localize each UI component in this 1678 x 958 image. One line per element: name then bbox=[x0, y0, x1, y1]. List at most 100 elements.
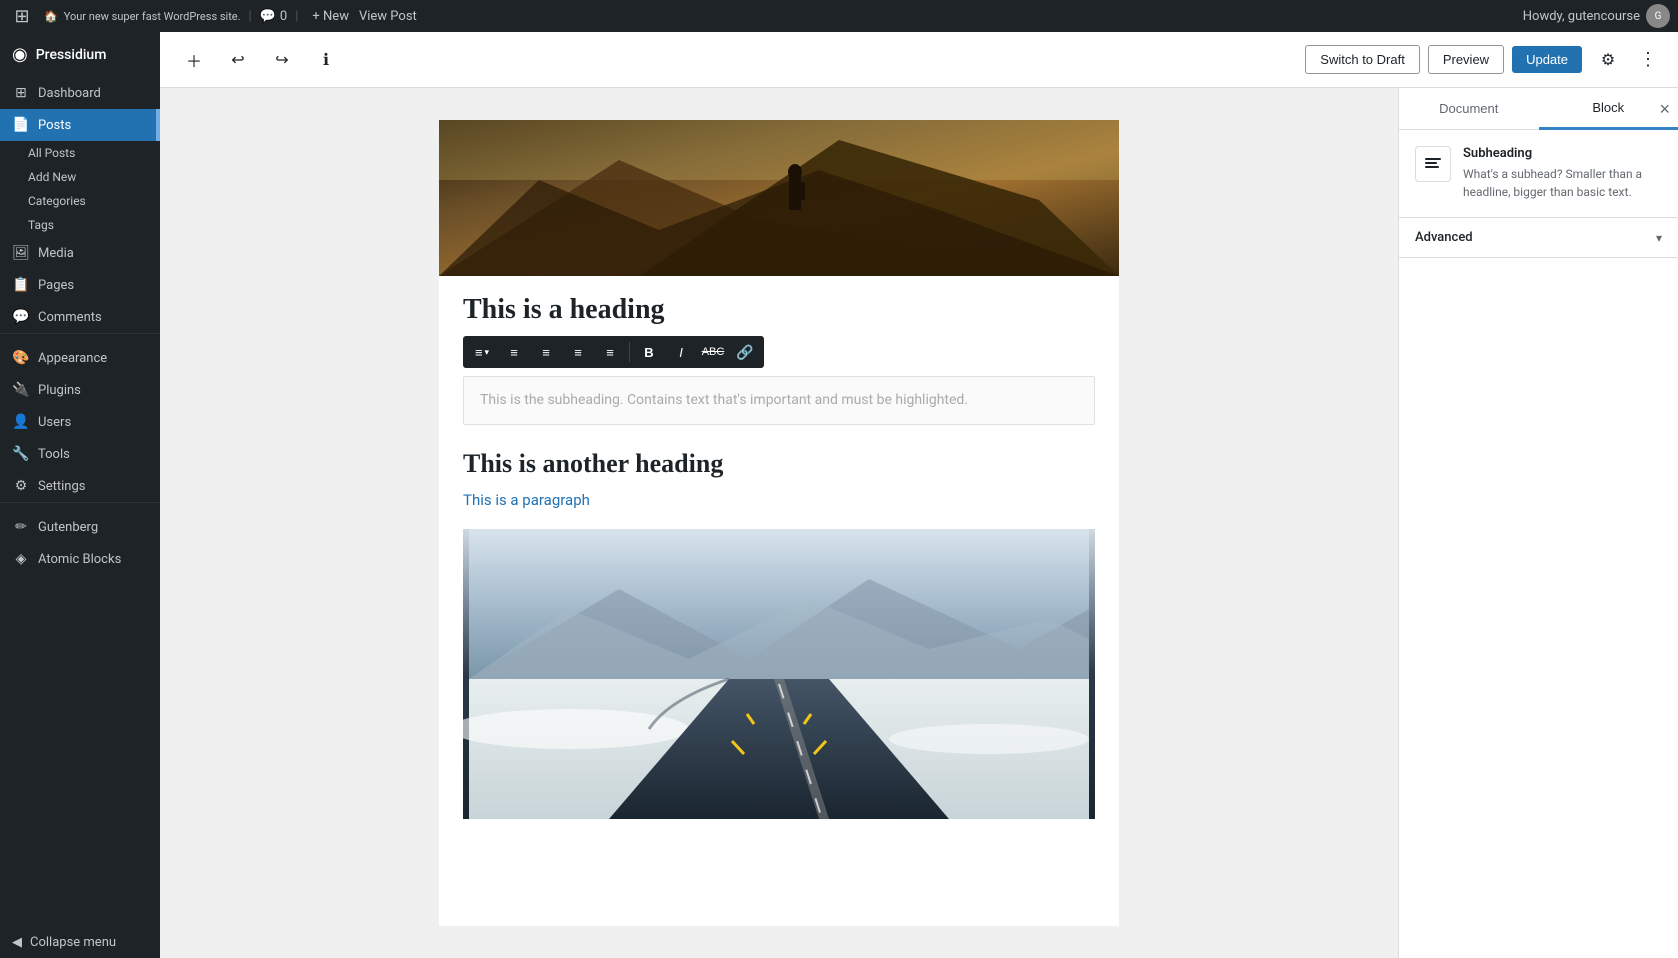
advanced-section[interactable]: Advanced ▾ bbox=[1399, 218, 1678, 258]
heading2-block[interactable]: This is another heading bbox=[439, 441, 1119, 487]
update-button[interactable]: Update bbox=[1512, 46, 1582, 73]
atomic-blocks-icon: ◈ bbox=[12, 551, 30, 567]
sidebar-brand: ◉ Pressidium bbox=[0, 32, 160, 77]
comments-link[interactable]: 💬 0 bbox=[260, 9, 288, 24]
dropdown-arrow-icon: ▾ bbox=[485, 347, 490, 358]
undo-button[interactable]: ↩ bbox=[220, 42, 256, 78]
info-button[interactable]: ℹ bbox=[308, 42, 344, 78]
heading-block[interactable]: This is a heading bbox=[439, 276, 1119, 336]
redo-icon: ↪ bbox=[275, 50, 288, 70]
settings-toggle-button[interactable]: ⚙ bbox=[1590, 42, 1626, 78]
tab-document[interactable]: Document bbox=[1399, 88, 1539, 129]
redo-button[interactable]: ↪ bbox=[264, 42, 300, 78]
sidebar-item-pages[interactable]: 📋 Pages bbox=[0, 269, 160, 301]
add-block-button[interactable]: ＋ bbox=[176, 42, 212, 78]
settings-icon: ⚙ bbox=[12, 478, 30, 494]
sidebar-item-atomic-blocks[interactable]: ◈ Atomic Blocks bbox=[0, 543, 160, 575]
tools-icon: 🔧 bbox=[12, 446, 30, 462]
panel-scroll-area: Subheading What's a subhead? Smaller tha… bbox=[1399, 130, 1678, 958]
content-panel-row: This is a heading ≡ ▾ ≡ ≡ bbox=[160, 88, 1678, 958]
sidebar-item-tools[interactable]: 🔧 Tools bbox=[0, 438, 160, 470]
link-button[interactable]: 🔗 bbox=[730, 338, 760, 366]
sidebar-item-tags[interactable]: Tags bbox=[28, 213, 160, 237]
avatar: G bbox=[1646, 4, 1670, 28]
block-type-icon bbox=[1415, 146, 1451, 182]
paragraph-block[interactable]: This is a paragraph bbox=[439, 487, 1119, 521]
preview-button[interactable]: Preview bbox=[1428, 45, 1504, 74]
hero-image-block[interactable] bbox=[439, 120, 1119, 276]
howdy-section: Howdy, gutencourse G bbox=[1523, 4, 1670, 28]
strikethrough-button[interactable]: ABC bbox=[698, 338, 728, 366]
sidebar-item-posts[interactable]: 📄 Posts bbox=[0, 109, 160, 141]
sidebar-item-appearance[interactable]: 🎨 Appearance bbox=[0, 342, 160, 374]
users-icon: 👤 bbox=[12, 414, 30, 430]
block-description: What's a subhead? Smaller than a headlin… bbox=[1463, 165, 1662, 201]
align-justify-button[interactable]: ≡ bbox=[595, 338, 625, 366]
panel-close-button[interactable]: × bbox=[1659, 100, 1670, 118]
heading2-text: This is another heading bbox=[463, 449, 1095, 479]
panel-tabs: Document Block × bbox=[1399, 88, 1678, 130]
hero-image-svg bbox=[439, 120, 1119, 276]
road-image-block[interactable] bbox=[463, 529, 1095, 819]
align-icon: ≡ bbox=[475, 345, 483, 360]
info-icon: ℹ bbox=[323, 50, 329, 70]
fmt-divider1 bbox=[629, 342, 630, 362]
add-block-icon: ＋ bbox=[186, 48, 202, 72]
more-options-button[interactable]: ⋮ bbox=[1634, 42, 1662, 78]
posts-icon: 📄 bbox=[12, 117, 30, 133]
new-link[interactable]: + New bbox=[306, 9, 355, 24]
main-layout: ◉ Pressidium ⊞ Dashboard 📄 Posts All Pos… bbox=[0, 32, 1678, 958]
settings-toggle-icon: ⚙ bbox=[1601, 50, 1615, 70]
sidebar-item-gutenberg[interactable]: ✏ Gutenberg bbox=[0, 511, 160, 543]
sidebar-item-plugins[interactable]: 🔌 Plugins bbox=[0, 374, 160, 406]
sidebar-item-media[interactable]: 🖼 Media bbox=[0, 237, 160, 269]
more-icon: ⋮ bbox=[1639, 49, 1657, 70]
align-left-button[interactable]: ≡ bbox=[499, 338, 529, 366]
editor-content: This is a heading ≡ ▾ ≡ ≡ bbox=[160, 88, 1398, 958]
undo-icon: ↩ bbox=[231, 50, 244, 70]
advanced-label: Advanced bbox=[1415, 230, 1473, 245]
align-right-button[interactable]: ≡ bbox=[563, 338, 593, 366]
block-name-label: Subheading bbox=[1463, 146, 1662, 161]
sidebar-item-settings[interactable]: ⚙ Settings bbox=[0, 470, 160, 502]
bold-button[interactable]: B bbox=[634, 338, 664, 366]
dashboard-icon: ⊞ bbox=[12, 85, 30, 101]
format-toolbar: ≡ ▾ ≡ ≡ ≡ ≡ bbox=[463, 336, 764, 368]
sidebar-item-add-new[interactable]: Add New bbox=[28, 165, 160, 189]
close-icon: × bbox=[1659, 99, 1670, 119]
toolbar-right: Switch to Draft Preview Update ⚙ ⋮ bbox=[1305, 42, 1662, 78]
sidebar-item-dashboard[interactable]: ⊞ Dashboard bbox=[0, 77, 160, 109]
italic-button[interactable]: I bbox=[666, 338, 696, 366]
sidebar-item-all-posts[interactable]: All Posts bbox=[28, 141, 160, 165]
sidebar-section-appearance bbox=[0, 333, 160, 342]
appearance-icon: 🎨 bbox=[12, 350, 30, 366]
align-center-icon: ≡ bbox=[542, 345, 550, 360]
align-right-icon: ≡ bbox=[574, 345, 582, 360]
align-justify-icon: ≡ bbox=[606, 345, 614, 360]
plugins-icon: 🔌 bbox=[12, 382, 30, 398]
align-left-icon: ≡ bbox=[510, 345, 518, 360]
home-icon: 🏠 bbox=[44, 10, 58, 23]
sidebar-item-comments[interactable]: 💬 Comments bbox=[0, 301, 160, 333]
subheading-block[interactable]: This is the subheading. Contains text th… bbox=[463, 376, 1095, 424]
view-post-link[interactable]: View Post bbox=[359, 9, 417, 24]
post-canvas: This is a heading ≡ ▾ ≡ ≡ bbox=[439, 120, 1119, 926]
chevron-down-icon: ▾ bbox=[1656, 231, 1662, 245]
admin-bar: ⊞ 🏠 Your new super fast WordPress site. … bbox=[0, 0, 1678, 32]
comments-sidebar-icon: 💬 bbox=[12, 309, 30, 325]
site-name: 🏠 Your new super fast WordPress site. bbox=[44, 10, 241, 23]
collapse-menu-button[interactable]: ◀ Collapse menu bbox=[0, 927, 160, 958]
text-align-dropdown-button[interactable]: ≡ ▾ bbox=[467, 338, 497, 366]
sidebar-item-users[interactable]: 👤 Users bbox=[0, 406, 160, 438]
sidebar-spacer bbox=[0, 575, 160, 927]
switch-to-draft-button[interactable]: Switch to Draft bbox=[1305, 45, 1420, 74]
tab-block[interactable]: Block bbox=[1539, 88, 1678, 130]
align-center-button[interactable]: ≡ bbox=[531, 338, 561, 366]
posts-submenu: All Posts Add New Categories Tags bbox=[0, 141, 160, 237]
block-meta: Subheading What's a subhead? Smaller tha… bbox=[1463, 146, 1662, 201]
sidebar-item-categories[interactable]: Categories bbox=[28, 189, 160, 213]
road-svg bbox=[463, 529, 1095, 819]
media-icon: 🖼 bbox=[12, 245, 30, 261]
sidebar: ◉ Pressidium ⊞ Dashboard 📄 Posts All Pos… bbox=[0, 32, 160, 958]
editor-area: ＋ ↩ ↪ ℹ Switch to Draft Preview Update bbox=[160, 32, 1678, 958]
